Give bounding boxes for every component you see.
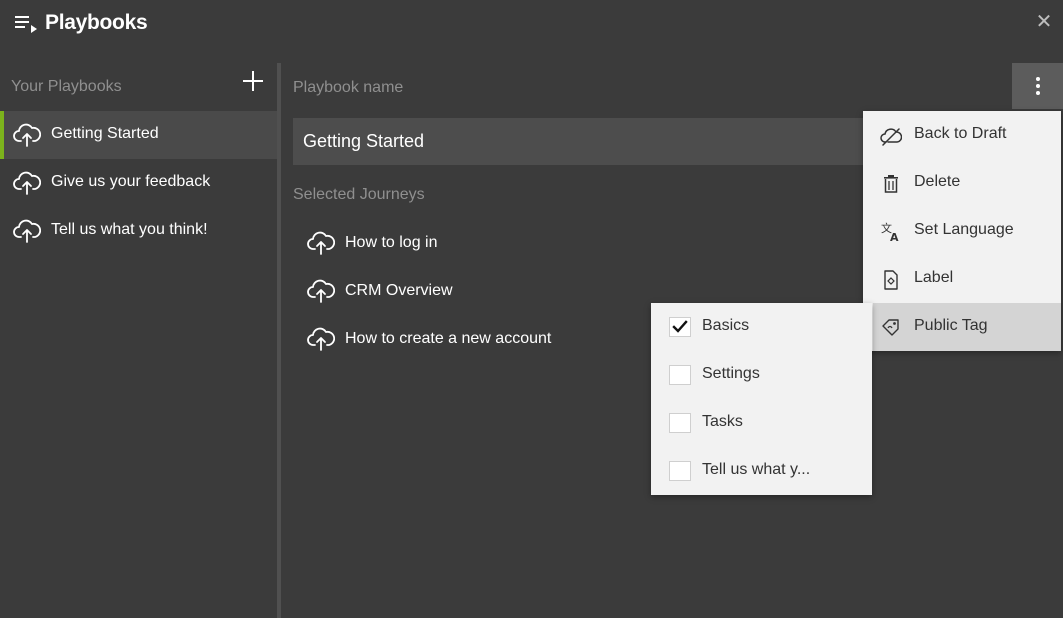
- document-icon: [884, 270, 898, 290]
- checkmark-icon: [672, 320, 688, 333]
- trash-icon: [884, 175, 898, 193]
- svg-text:A: A: [890, 231, 899, 243]
- tag-option-label: Tell us what y...: [702, 461, 811, 478]
- sidebar-item-label: Give us your feedback: [51, 173, 211, 190]
- checkbox[interactable]: [669, 413, 691, 433]
- menu-item-label: Back to Draft: [914, 125, 1007, 142]
- kebab-dot: [1036, 77, 1040, 81]
- playbook-name-field[interactable]: Getting Started: [293, 118, 893, 165]
- selected-journeys-label: Selected Journeys: [293, 186, 425, 203]
- tag-option-label: Settings: [702, 365, 760, 382]
- journey-label: How to create a new account: [345, 330, 552, 347]
- sidebar-item-give-us-your-feedback[interactable]: Give us your feedback: [0, 159, 277, 207]
- sidebar-item-tell-us-what-you-think[interactable]: Tell us what you think!: [0, 207, 277, 255]
- header: Playbooks ✕: [0, 0, 1063, 50]
- playbook-name-value: Getting Started: [303, 131, 425, 151]
- checkbox[interactable]: [669, 461, 691, 481]
- journey-label: CRM Overview: [345, 282, 453, 299]
- journey-item-how-to-create-a-new-account[interactable]: How to create a new account: [307, 320, 707, 360]
- menu-item-label: Set Language: [914, 221, 1014, 238]
- tag-icon: [882, 319, 899, 336]
- cloud-upload-icon: [307, 231, 335, 255]
- journey-label: How to log in: [345, 234, 438, 251]
- close-icon[interactable]: ✕: [1034, 12, 1054, 32]
- checkbox-checked[interactable]: [669, 317, 691, 337]
- menu-item-label: Delete: [914, 173, 961, 190]
- journey-item-crm-overview[interactable]: CRM Overview: [307, 272, 707, 312]
- menu-item-back-to-draft[interactable]: Back to Draft: [863, 111, 1061, 159]
- sidebar-item-label: Tell us what you think!: [51, 221, 208, 238]
- sidebar-item-getting-started[interactable]: Getting Started: [0, 111, 277, 159]
- checkbox[interactable]: [669, 365, 691, 385]
- playbook-name-label: Playbook name: [293, 79, 404, 96]
- cloud-upload-icon: [307, 279, 335, 303]
- cloud-off-icon: [880, 128, 902, 146]
- playlist-icon[interactable]: [14, 14, 38, 34]
- kebab-dot: [1036, 91, 1040, 95]
- more-options-button[interactable]: [1012, 63, 1063, 109]
- translate-icon: 文 A: [881, 221, 899, 243]
- cloud-upload-icon: [13, 123, 41, 147]
- menu-item-public-tag[interactable]: Public Tag: [873, 303, 1061, 351]
- tag-option-tell-us-what-you-think[interactable]: Tell us what y...: [651, 447, 872, 495]
- cloud-upload-icon: [307, 327, 335, 351]
- menu-item-set-language[interactable]: 文 A Set Language: [863, 207, 1061, 255]
- menu-item-label: Public Tag: [914, 317, 988, 334]
- journey-item-how-to-log-in[interactable]: How to log in: [307, 224, 707, 264]
- more-options-menu: Back to Draft Delete 文 A Set Language La…: [863, 111, 1061, 351]
- menu-item-delete[interactable]: Delete: [863, 159, 1061, 207]
- tag-option-settings[interactable]: Settings: [651, 351, 872, 399]
- tag-option-label: Tasks: [702, 413, 743, 430]
- tag-option-label: Basics: [702, 317, 750, 334]
- sidebar-title: Your Playbooks: [11, 78, 122, 95]
- menu-item-label[interactable]: Label: [863, 255, 1061, 303]
- sidebar: Your Playbooks Getting Started Give us y…: [0, 63, 277, 618]
- sidebar-item-label: Getting Started: [51, 125, 159, 142]
- page-title: Playbooks: [45, 11, 148, 34]
- playbooks-app: Playbooks ✕ Your Playbooks Getting Start…: [0, 0, 1063, 618]
- public-tag-submenu: Basics Settings Tasks Tell us what y...: [651, 303, 872, 495]
- menu-item-label-text: Label: [914, 269, 954, 286]
- tag-option-basics[interactable]: Basics: [651, 303, 872, 351]
- cloud-upload-icon: [13, 171, 41, 195]
- kebab-dot: [1036, 84, 1040, 88]
- tag-option-tasks[interactable]: Tasks: [651, 399, 872, 447]
- plus-icon[interactable]: [240, 68, 266, 94]
- cloud-upload-icon: [13, 219, 41, 243]
